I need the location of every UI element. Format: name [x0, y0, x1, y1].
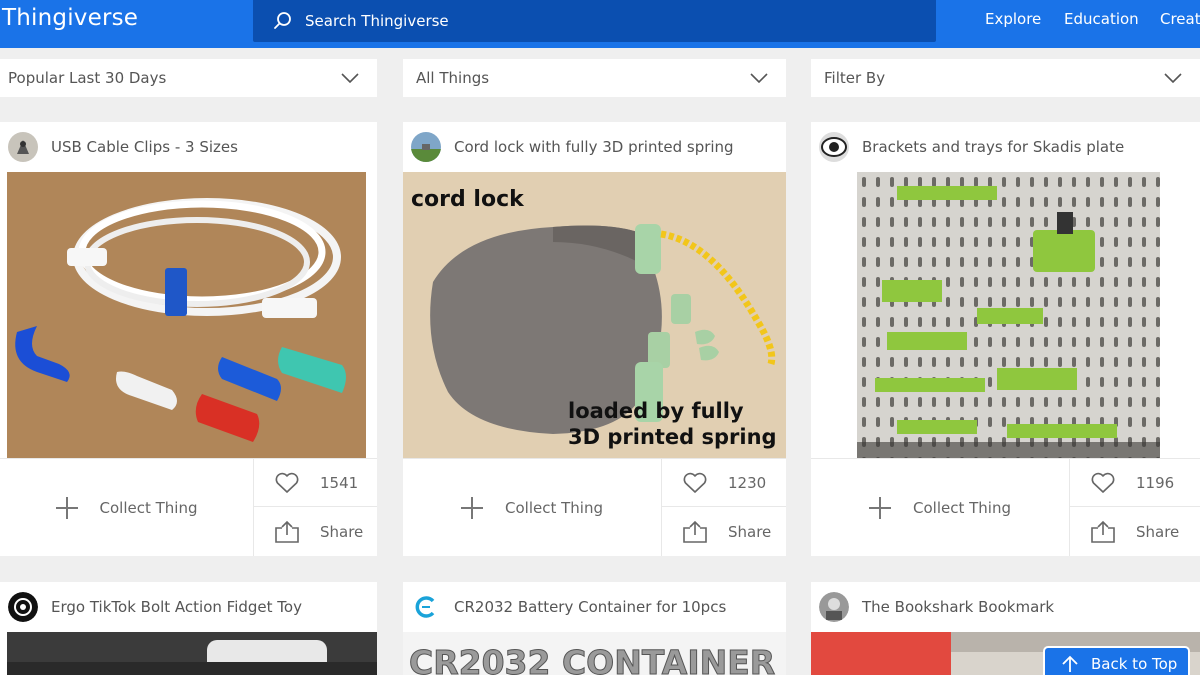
filter-by-dropdown-label: Filter By [824, 69, 886, 87]
nav-education[interactable]: Education [1064, 10, 1139, 28]
thing-card[interactable]: USB Cable Clips - 3 Sizes Collect Thing [0, 122, 377, 556]
like-button[interactable]: 1541 [254, 459, 377, 507]
thingiverse-logo[interactable]: Thingiverse [2, 5, 138, 31]
heart-icon [682, 471, 708, 495]
nav-create[interactable]: Creat [1160, 10, 1200, 28]
thing-title[interactable]: USB Cable Clips - 3 Sizes [51, 138, 238, 156]
search-icon [273, 11, 293, 31]
thing-card[interactable]: Cord lock with fully 3D printed spring c… [403, 122, 786, 556]
thing-image[interactable] [7, 632, 377, 675]
thing-image[interactable] [857, 172, 1160, 458]
collect-thing-button[interactable]: Collect Thing [811, 459, 1070, 556]
thing-card-footer: Collect Thing 1541 Share [0, 458, 377, 556]
chevron-down-icon [1164, 73, 1182, 83]
heart-icon [1090, 471, 1116, 495]
image-caption-line2: 3D printed spring [568, 425, 777, 449]
collect-thing-button[interactable]: Collect Thing [0, 459, 254, 556]
thing-card-header: The Bookshark Bookmark [811, 582, 1200, 632]
back-to-top-label: Back to Top [1091, 655, 1178, 673]
thing-image[interactable] [7, 172, 366, 458]
thing-card-footer: Collect Thing 1196 Share [811, 458, 1200, 556]
share-button[interactable]: Share [1070, 508, 1200, 556]
like-button[interactable]: 1230 [662, 459, 786, 507]
collect-thing-button[interactable]: Collect Thing [403, 459, 662, 556]
sort-dropdown[interactable]: Popular Last 30 Days [0, 59, 377, 97]
share-label: Share [1136, 523, 1180, 541]
thing-card-footer: Collect Thing 1230 Share [403, 458, 786, 556]
sort-dropdown-label: Popular Last 30 Days [8, 69, 167, 87]
avatar[interactable] [411, 592, 441, 622]
avatar[interactable] [819, 132, 849, 162]
share-button[interactable]: Share [254, 508, 377, 556]
share-icon [274, 520, 300, 544]
back-to-top-button[interactable]: Back to Top [1045, 648, 1188, 675]
top-navbar: Thingiverse Search Thingiverse Explore E… [0, 0, 1200, 48]
type-dropdown-label: All Things [416, 69, 490, 87]
thing-title[interactable]: The Bookshark Bookmark [862, 598, 1054, 616]
image-caption-line1: loaded by fully [568, 399, 744, 423]
avatar[interactable] [8, 592, 38, 622]
thing-card[interactable]: Ergo TikTok Bolt Action Fidget Toy [0, 582, 377, 675]
filter-by-dropdown[interactable]: Filter By [811, 59, 1200, 97]
plus-icon [461, 496, 483, 519]
thing-title[interactable]: CR2032 Battery Container for 10pcs [454, 598, 726, 616]
avatar[interactable] [411, 132, 441, 162]
like-button[interactable]: 1196 [1070, 459, 1200, 507]
search-bar[interactable]: Search Thingiverse [253, 0, 936, 42]
thing-image[interactable]: CR2032 CONTAINER [403, 632, 786, 675]
thing-card[interactable]: CR2032 Battery Container for 10pcs CR203… [403, 582, 786, 675]
image-caption: CR2032 CONTAINER [409, 643, 775, 675]
avatar[interactable] [8, 132, 38, 162]
nav-explore[interactable]: Explore [985, 10, 1041, 28]
plus-icon [55, 496, 78, 519]
thing-card[interactable]: Brackets and trays for Skadis plate Coll… [811, 122, 1200, 556]
share-icon [1090, 520, 1116, 544]
thing-title[interactable]: Brackets and trays for Skadis plate [862, 138, 1124, 156]
heart-icon [274, 471, 300, 495]
type-dropdown[interactable]: All Things [403, 59, 786, 97]
collect-thing-label: Collect Thing [99, 498, 198, 517]
chevron-down-icon [341, 73, 359, 83]
plus-icon [869, 496, 891, 519]
share-icon [682, 520, 708, 544]
image-caption-top: cord lock [411, 187, 525, 212]
thing-card-header: Cord lock with fully 3D printed spring [403, 122, 786, 172]
search-input[interactable]: Search Thingiverse [305, 12, 449, 30]
arrow-up-icon [1062, 655, 1078, 672]
like-count: 1196 [1136, 473, 1175, 492]
like-count: 1230 [728, 473, 767, 492]
collect-thing-label: Collect Thing [505, 498, 603, 517]
chevron-down-icon [750, 73, 768, 83]
thing-card-header: CR2032 Battery Container for 10pcs [403, 582, 786, 632]
share-button[interactable]: Share [662, 508, 786, 556]
thing-card-header: Brackets and trays for Skadis plate [811, 122, 1200, 172]
share-label: Share [728, 523, 772, 541]
thing-card-header: Ergo TikTok Bolt Action Fidget Toy [0, 582, 377, 632]
thing-title[interactable]: Cord lock with fully 3D printed spring [454, 138, 734, 156]
thing-title[interactable]: Ergo TikTok Bolt Action Fidget Toy [51, 598, 302, 616]
share-label: Share [320, 523, 364, 541]
collect-thing-label: Collect Thing [913, 498, 1011, 517]
avatar[interactable] [819, 592, 849, 622]
thing-image[interactable]: cord lock loaded by fully 3D printed spr… [403, 172, 786, 458]
thing-card-header: USB Cable Clips - 3 Sizes [0, 122, 377, 172]
like-count: 1541 [320, 473, 359, 492]
